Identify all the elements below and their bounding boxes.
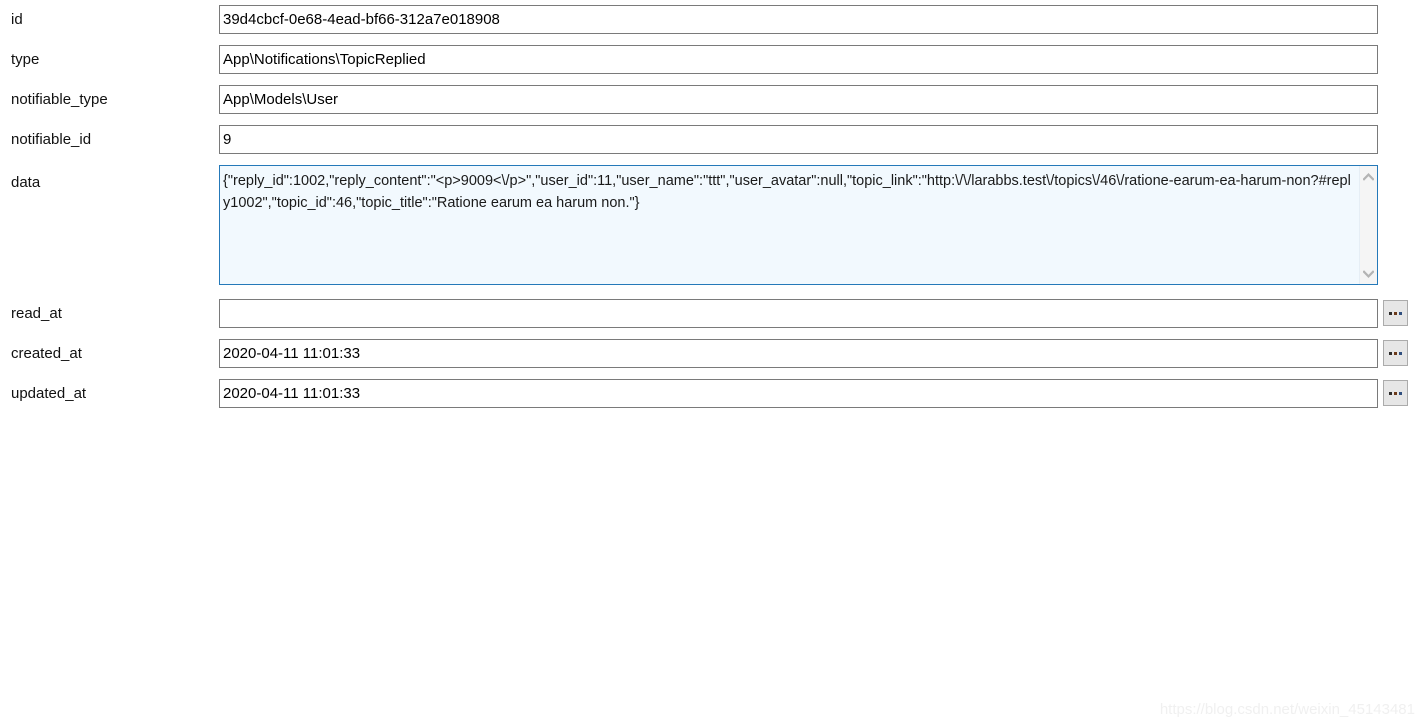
form-row-created-at: created_at	[0, 334, 1421, 374]
field-label-created-at: created_at	[11, 345, 82, 362]
form-row-type: type	[0, 40, 1421, 80]
data-field-wrapper: {"reply_id":1002,"reply_content":"<p>900…	[219, 165, 1378, 285]
field-input-notifiable-id[interactable]	[219, 125, 1378, 154]
form-row-read-at: read_at	[0, 294, 1421, 334]
form-row-notifiable-id: notifiable_id	[0, 120, 1421, 160]
field-input-created-at[interactable]	[219, 339, 1378, 368]
form-row-notifiable-type: notifiable_type	[0, 80, 1421, 120]
field-input-read-at[interactable]	[219, 299, 1378, 328]
field-label-type: type	[11, 51, 40, 68]
field-label-notifiable-id: notifiable_id	[11, 131, 92, 148]
form-row-id: id	[0, 0, 1421, 40]
field-label-data: data	[11, 174, 41, 191]
picker-button-created-at[interactable]	[1383, 340, 1408, 366]
field-label-notifiable-type: notifiable_type	[11, 91, 108, 108]
picker-button-updated-at[interactable]	[1383, 380, 1408, 406]
field-input-updated-at[interactable]	[219, 379, 1378, 408]
chevron-down-icon[interactable]	[1360, 265, 1377, 282]
field-label-updated-at: updated_at	[11, 385, 87, 402]
field-input-type[interactable]	[219, 45, 1378, 74]
form-row-data: data {"reply_id":1002,"reply_content":"<p…	[0, 160, 1421, 294]
field-input-id[interactable]	[219, 5, 1378, 34]
form-row-updated-at: updated_at	[0, 374, 1421, 414]
watermark: https://blog.csdn.net/weixin_45143481	[1159, 701, 1415, 718]
record-detail-form: id type notifiable_type notifiable_iddata {"…	[0, 0, 1421, 414]
field-input-notifiable-type[interactable]	[219, 85, 1378, 114]
field-input-data[interactable]: {"reply_id":1002,"reply_content":"<p>900…	[219, 165, 1378, 285]
field-label-read-at: read_at	[11, 305, 62, 322]
field-label-id: id	[11, 11, 23, 28]
chevron-up-icon[interactable]	[1360, 168, 1377, 185]
picker-button-read-at[interactable]	[1383, 300, 1408, 326]
data-textarea-scrollbar[interactable]	[1359, 166, 1377, 284]
